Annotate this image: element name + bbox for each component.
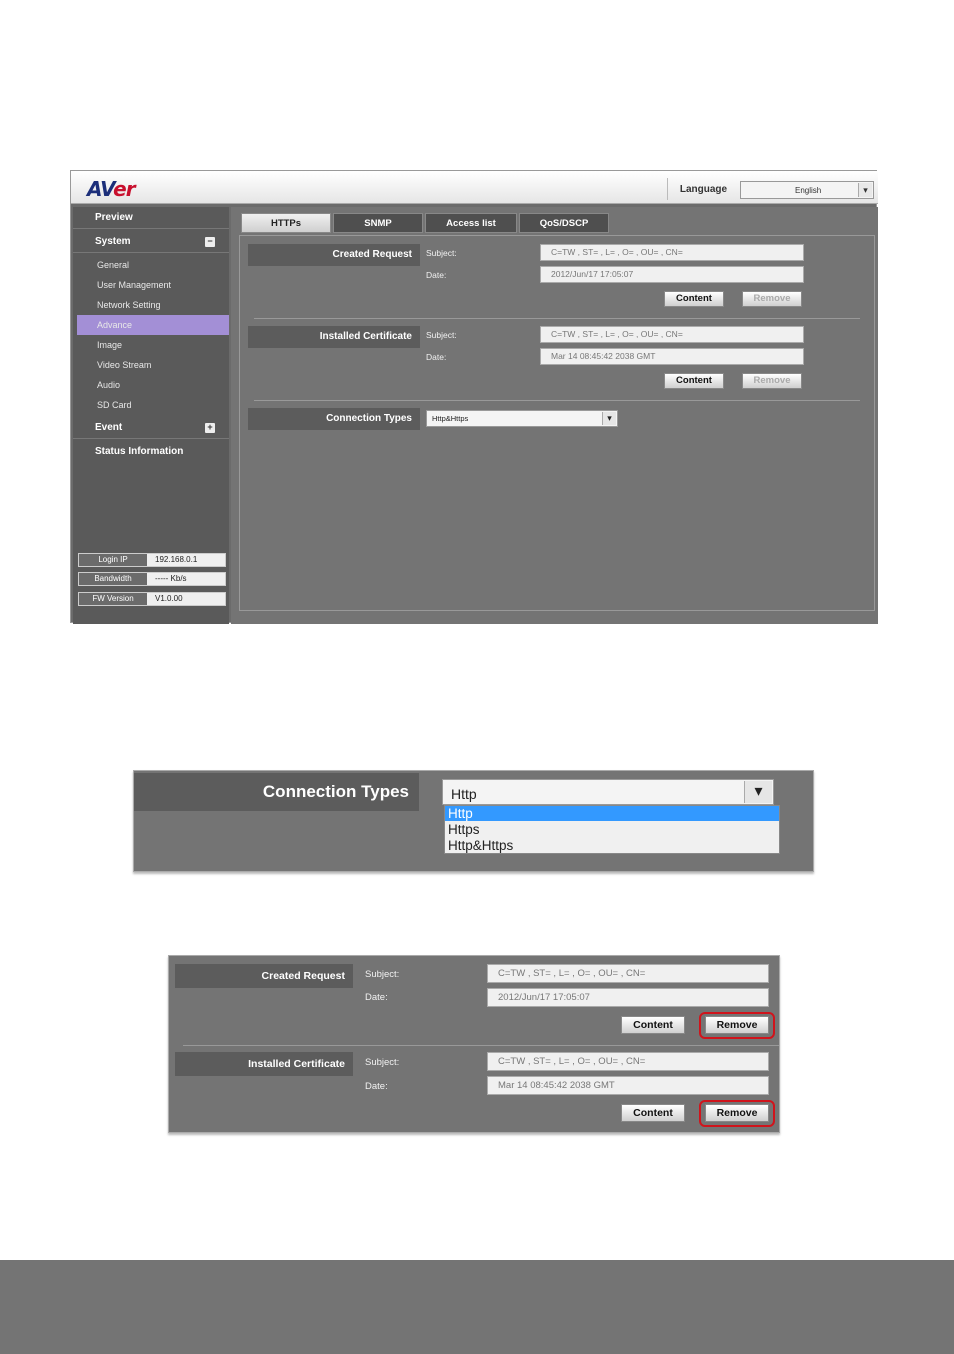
page-footer-band <box>0 1260 954 1354</box>
sidebar-item-audio[interactable]: Audio <box>77 375 229 395</box>
sidebar-item-user-management[interactable]: User Management <box>77 275 229 295</box>
info-value: 192.168.0.1 <box>155 555 198 564</box>
option-https[interactable]: Https <box>445 822 779 838</box>
installed-certificate-subject-field: C=TW , ST= , L= , O= , OU= , CN= <box>487 1052 769 1071</box>
subject-label: Subject: <box>365 969 400 980</box>
option-http-https[interactable]: Http&Https <box>445 838 779 854</box>
aver-logo: AVer <box>87 177 136 201</box>
info-value: ----- Kb/s <box>155 574 187 583</box>
expand-icon[interactable]: + <box>205 423 215 433</box>
tab-qos-dscp[interactable]: QoS/DSCP <box>519 213 609 233</box>
connection-types-label: Connection Types <box>134 773 419 811</box>
subject-label: Subject: <box>365 1057 400 1068</box>
subject-label: Subject: <box>426 330 457 340</box>
remove-button[interactable]: Remove <box>742 373 802 389</box>
sidebar-item-image[interactable]: Image <box>77 335 229 355</box>
date-label: Date: <box>365 992 388 1003</box>
tab-access-list[interactable]: Access list <box>425 213 517 233</box>
remove-button[interactable]: Remove <box>742 291 802 307</box>
web-ui-screenshot: AVer Language English ▾ Preview System −… <box>70 170 878 654</box>
info-value: V1.0.00 <box>155 594 183 603</box>
https-panel: Created Request Subject: C=TW , ST= , L=… <box>239 235 875 611</box>
user-icon <box>163 645 171 653</box>
sidebar-item-advance[interactable]: Advance <box>77 315 229 335</box>
date-label: Date: <box>365 1081 388 1092</box>
language-value: English <box>795 186 822 195</box>
logout-link[interactable]: Logout <box>163 645 203 654</box>
collapse-icon[interactable]: − <box>205 237 215 247</box>
divider <box>254 318 860 319</box>
created-request-date-field: 2012/Jun/17 17:05:07 <box>540 266 804 283</box>
sidebar-item-label: Event <box>95 422 123 433</box>
divider <box>183 1045 779 1046</box>
top-bar: AVer Language English ▾ <box>71 171 878 204</box>
info-key: FW Version <box>79 593 147 605</box>
installed-certificate-label: Installed Certificate <box>248 326 420 348</box>
certificate-remove-zoom: Created Request Subject: C=TW , ST= , L=… <box>168 955 780 1133</box>
chevron-down-icon[interactable]: ▾ <box>744 781 772 803</box>
installed-certificate-date-field: Mar 14 08:45:42 2038 GMT <box>540 348 804 365</box>
created-request-subject-field: C=TW , ST= , L= , O= , OU= , CN= <box>487 964 769 983</box>
callout-highlight <box>699 1100 775 1127</box>
sidebar-item-label: System <box>95 236 131 247</box>
connection-types-value: Http&Https <box>432 414 469 423</box>
sidebar-item-network-setting[interactable]: Network Setting <box>77 295 229 315</box>
sidebar-item-video-stream[interactable]: Video Stream <box>77 355 229 375</box>
sidebar-item-general[interactable]: General <box>77 255 229 275</box>
callout-highlight <box>699 1012 775 1039</box>
installed-certificate-label: Installed Certificate <box>175 1052 353 1076</box>
sidebar-item-preview[interactable]: Preview <box>73 207 229 229</box>
content-button[interactable]: Content <box>664 291 724 307</box>
connection-types-options: Http Https Http&Https <box>444 805 780 854</box>
chevron-down-icon[interactable]: ▾ <box>602 412 616 425</box>
connection-types-label: Connection Types <box>248 408 420 430</box>
main-content: HTTPs SNMP Access list QoS/DSCP Created … <box>231 207 878 624</box>
connection-types-zoom: Connection Types Http ▾ Http Https Http&… <box>133 770 814 872</box>
language-label: Language <box>667 178 739 200</box>
subject-label: Subject: <box>426 248 457 258</box>
created-request-label: Created Request <box>175 964 353 988</box>
login-ip-info: Login IP 192.168.0.1 <box>78 553 226 567</box>
content-button[interactable]: Content <box>621 1016 685 1034</box>
tab-snmp[interactable]: SNMP <box>333 213 423 233</box>
divider <box>254 400 860 401</box>
connection-types-value: Http <box>451 786 477 802</box>
sidebar-item-sd-card[interactable]: SD Card <box>77 395 229 415</box>
logout-label: Logout <box>179 645 204 654</box>
bandwidth-info: Bandwidth ----- Kb/s <box>78 572 226 586</box>
created-request-date-field: 2012/Jun/17 17:05:07 <box>487 988 769 1007</box>
connection-types-select[interactable]: Http&Https ▾ <box>426 410 618 427</box>
date-label: Date: <box>426 270 447 280</box>
sidebar: Preview System − General User Management… <box>73 207 229 654</box>
created-request-subject-field: C=TW , ST= , L= , O= , OU= , CN= <box>540 244 804 261</box>
connection-types-select[interactable]: Http ▾ <box>442 779 774 805</box>
info-key: Bandwidth <box>79 573 147 585</box>
installed-certificate-date-field: Mar 14 08:45:42 2038 GMT <box>487 1076 769 1095</box>
installed-certificate-subject-field: C=TW , ST= , L= , O= , OU= , CN= <box>540 326 804 343</box>
created-request-label: Created Request <box>248 244 420 266</box>
content-button[interactable]: Content <box>664 373 724 389</box>
chevron-down-icon[interactable]: ▾ <box>858 183 872 197</box>
tab-https[interactable]: HTTPs <box>241 213 331 233</box>
sidebar-item-event[interactable]: Event + <box>73 417 229 439</box>
option-http[interactable]: Http <box>445 806 779 821</box>
info-key: Login IP <box>79 554 147 566</box>
content-button[interactable]: Content <box>621 1104 685 1122</box>
date-label: Date: <box>426 352 447 362</box>
language-select[interactable]: English ▾ <box>740 181 874 199</box>
sidebar-item-status-information[interactable]: Status Information <box>73 441 229 463</box>
fw-version-info: FW Version V1.0.00 <box>78 592 226 606</box>
sidebar-item-system[interactable]: System − <box>73 231 229 253</box>
